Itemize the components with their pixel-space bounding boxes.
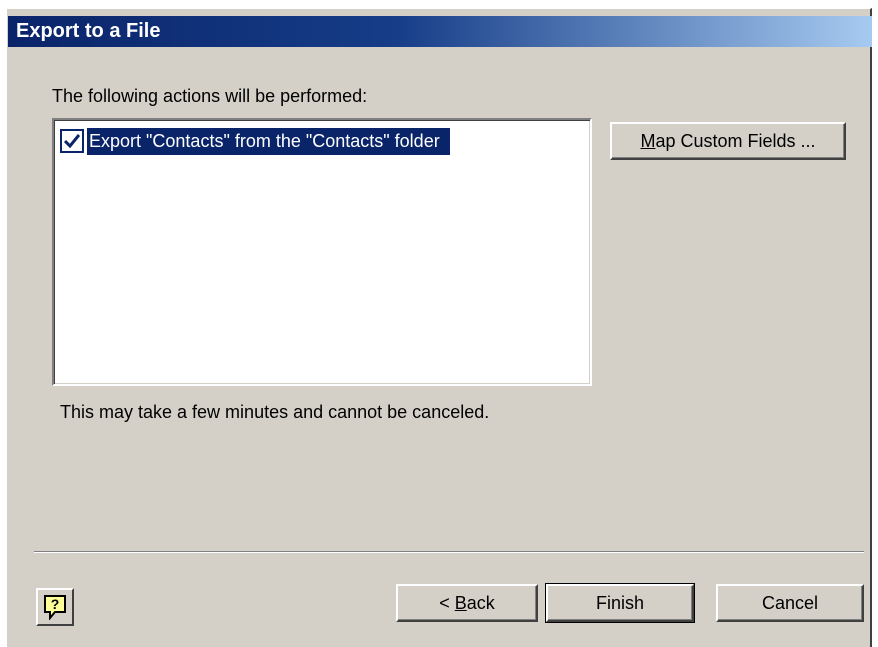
back-button[interactable]: < Back — [396, 584, 538, 622]
note-text: This may take a few minutes and cannot b… — [60, 402, 490, 422]
checkmark-icon — [64, 134, 80, 148]
map-mnemonic: M — [640, 130, 656, 151]
help-button[interactable]: ? — [36, 588, 74, 626]
cancel-button[interactable]: Cancel — [716, 584, 864, 622]
finish-label: Finish — [595, 592, 644, 613]
divider — [34, 551, 864, 553]
list-item[interactable]: Export "Contacts" from the "Contacts" fo… — [60, 126, 450, 156]
back-label: < Back — [439, 593, 495, 614]
actions-label: The following actions will be performed: — [52, 86, 368, 106]
map-custom-fields-button[interactable]: Map Custom Fields ... — [610, 122, 846, 160]
cancel-label: Cancel — [761, 592, 819, 613]
back-label-rest: ack — [466, 592, 495, 613]
finish-button[interactable]: Finish — [545, 583, 695, 623]
window-title: Export to a File — [16, 20, 161, 42]
back-prefix: < — [439, 592, 455, 613]
actions-listbox[interactable]: Export "Contacts" from the "Contacts" fo… — [52, 118, 592, 386]
action-checkbox[interactable] — [60, 129, 84, 153]
action-label: Export "Contacts" from the "Contacts" fo… — [87, 127, 450, 155]
back-mnemonic: B — [454, 592, 467, 613]
map-label-rest: ap Custom Fields ... — [655, 130, 816, 151]
title-bar: Export to a File — [8, 16, 872, 47]
svg-text:?: ? — [51, 596, 60, 612]
help-icon: ? — [44, 595, 66, 620]
map-custom-fields-label: Map Custom Fields ... — [640, 131, 815, 152]
